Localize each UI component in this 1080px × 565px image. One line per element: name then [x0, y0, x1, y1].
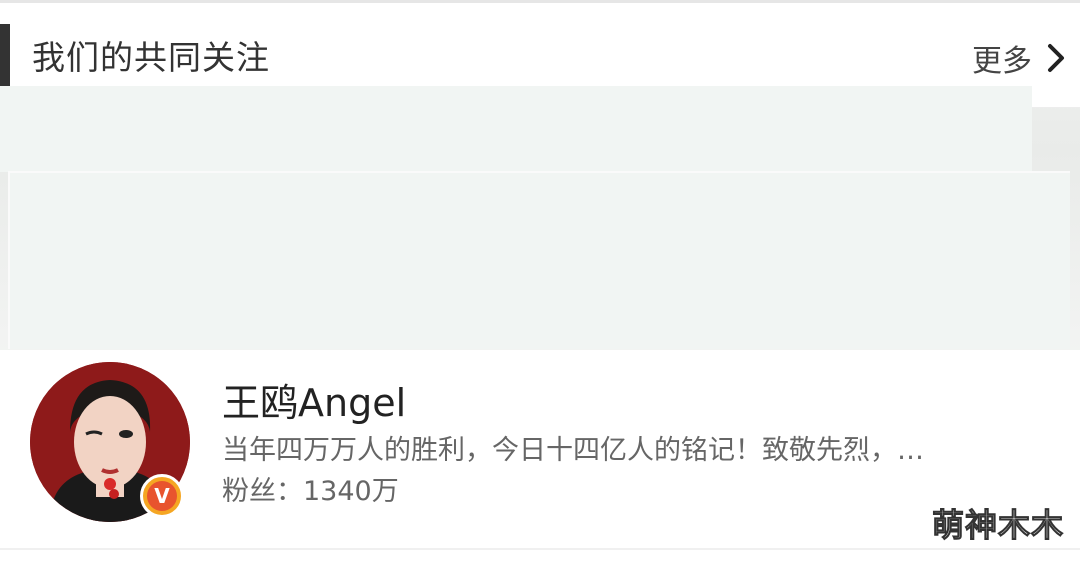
user-card[interactable]: V 王鸥Angel 当年四万万人的胜利，今日十四亿人的铭记！致敬先烈，… 粉丝：…	[0, 350, 1080, 548]
more-button[interactable]: 更多	[972, 36, 1066, 80]
watermark: 萌神木木	[931, 506, 1064, 545]
more-label: 更多	[972, 44, 1032, 79]
section-title: 我们的共同关注	[32, 38, 270, 77]
section-accent-bar	[0, 24, 10, 88]
user-description: 当年四万万人的胜利，今日十四亿人的铭记！致敬先烈，…	[222, 435, 924, 466]
content-placeholder-main	[8, 171, 1070, 349]
verified-badge-icon: V	[140, 474, 184, 518]
top-divider	[0, 0, 1080, 3]
avatar-container[interactable]: V	[30, 362, 190, 522]
verified-badge-label: V	[147, 481, 177, 511]
user-name[interactable]: 王鸥Angel	[222, 380, 406, 426]
chevron-right-icon	[1048, 44, 1064, 72]
bottom-divider	[0, 548, 1080, 550]
fans-count: 粉丝：1340万	[222, 476, 399, 507]
content-placeholder-top	[0, 86, 1032, 172]
